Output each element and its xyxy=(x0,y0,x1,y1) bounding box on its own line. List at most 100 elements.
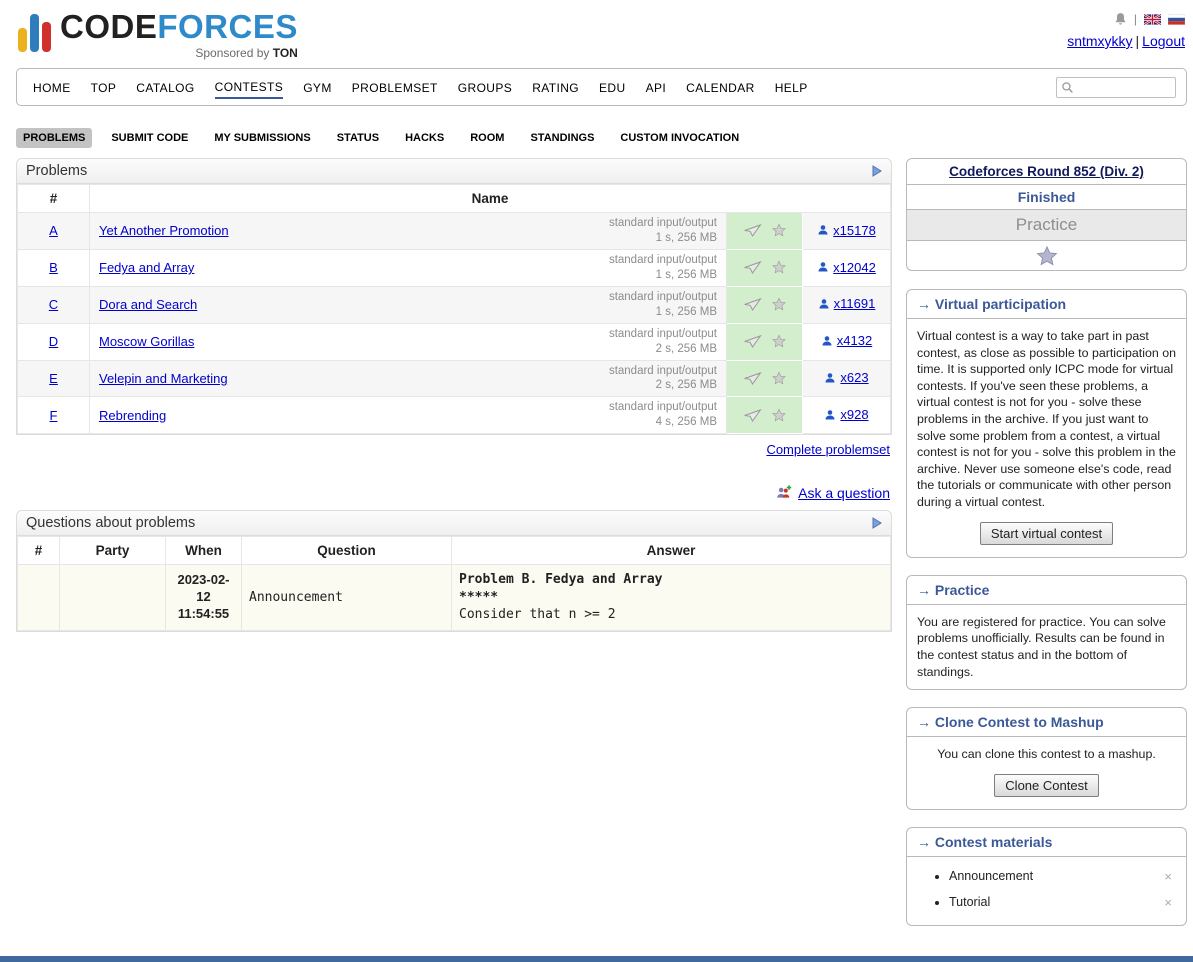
problem-id-link[interactable]: B xyxy=(49,260,58,275)
page-header: CODEFORCES Sponsored by TON | xyxy=(16,6,1187,68)
problem-name-link[interactable]: Fedya and Array xyxy=(99,260,194,275)
solved-count-link[interactable]: x4132 xyxy=(821,333,872,348)
problem-name-link[interactable]: Dora and Search xyxy=(99,297,197,312)
problem-name-link[interactable]: Rebrending xyxy=(99,408,166,423)
material-tutorial-link[interactable]: Tutorial xyxy=(949,894,990,911)
questions-section: Questions about problems # Party When Qu… xyxy=(16,510,892,632)
paper-plane-icon[interactable] xyxy=(743,260,762,275)
questions-col-num: # xyxy=(18,537,60,565)
solved-count-link[interactable]: x928 xyxy=(824,407,868,422)
logo-bar-red xyxy=(42,22,51,52)
expand-arrow-icon[interactable] xyxy=(872,517,882,529)
nav-item-groups[interactable]: GROUPS xyxy=(458,77,512,98)
problem-id-link[interactable]: A xyxy=(49,223,58,238)
problem-id-link[interactable]: D xyxy=(49,334,58,349)
nav-item-problemset[interactable]: PROBLEMSET xyxy=(352,77,438,98)
complete-problemset-link[interactable]: Complete problemset xyxy=(766,442,890,457)
problem-limits: standard input/output4 s, 256 MB xyxy=(609,400,717,430)
contest-sub-nav: PROBLEMS SUBMIT CODE MY SUBMISSIONS STAT… xyxy=(16,128,1187,148)
solved-count-link[interactable]: x15178 xyxy=(817,223,876,238)
favorite-star-icon[interactable] xyxy=(771,334,787,349)
contest-title-link[interactable]: Codeforces Round 852 (Div. 2) xyxy=(949,164,1144,179)
problem-id-link[interactable]: C xyxy=(49,297,58,312)
question-party-cell xyxy=(60,565,166,631)
search-input[interactable] xyxy=(1056,77,1176,98)
logo-wordmark: CODEFORCES xyxy=(60,8,298,45)
dismiss-icon[interactable]: × xyxy=(1164,868,1172,885)
username-link[interactable]: sntmxykky xyxy=(1067,33,1132,49)
material-announcement-link[interactable]: Announcement xyxy=(949,868,1033,885)
paper-plane-icon[interactable] xyxy=(743,371,762,386)
favorite-star-icon[interactable] xyxy=(771,260,787,275)
nav-item-api[interactable]: API xyxy=(646,77,667,98)
nav-item-top[interactable]: TOP xyxy=(91,77,117,98)
questions-col-answer: Answer xyxy=(452,537,891,565)
nav-item-catalog[interactable]: CATALOG xyxy=(136,77,194,98)
search-icon xyxy=(1061,81,1074,94)
nav-item-contests[interactable]: CONTESTS xyxy=(215,76,284,99)
nav-item-calendar[interactable]: CALENDAR xyxy=(686,77,755,98)
codeforces-logo-icon xyxy=(18,10,51,52)
subnav-standings[interactable]: STANDINGS xyxy=(523,128,601,148)
subnav-status[interactable]: STATUS xyxy=(330,128,386,148)
problem-name-link[interactable]: Yet Another Promotion xyxy=(99,223,229,238)
header-right: | xyxy=(1067,10,1185,49)
nav-item-help[interactable]: HELP xyxy=(775,77,808,98)
problem-name-link[interactable]: Moscow Gorillas xyxy=(99,334,194,349)
favorite-star-icon[interactable] xyxy=(771,408,787,423)
questions-section-title: Questions about problems xyxy=(26,515,195,531)
subnav-my-submissions[interactable]: MY SUBMISSIONS xyxy=(207,128,317,148)
subnav-room[interactable]: ROOM xyxy=(463,128,511,148)
subnav-custom-invocation[interactable]: CUSTOM INVOCATION xyxy=(613,128,746,148)
paper-plane-icon[interactable] xyxy=(743,297,762,312)
favorite-star-icon[interactable] xyxy=(771,371,787,386)
start-virtual-contest-button[interactable]: Start virtual contest xyxy=(980,522,1113,545)
clone-mashup-title: → Clone Contest to Mashup xyxy=(907,708,1186,737)
list-item: Announcement × xyxy=(949,868,1176,885)
problems-section: Problems # Name A Yet Another Promotion xyxy=(16,158,892,435)
problem-id-link[interactable]: E xyxy=(49,371,58,386)
flag-english-icon[interactable] xyxy=(1144,14,1161,25)
sponsored-by-label: Sponsored by TON xyxy=(60,46,298,60)
question-when-cell: 2023-02-12 11:54:55 xyxy=(166,565,242,631)
flag-russian-icon[interactable] xyxy=(1168,14,1185,25)
solved-count-link[interactable]: x11691 xyxy=(818,296,876,311)
solved-count-link[interactable]: x623 xyxy=(824,370,868,385)
subnav-hacks[interactable]: HACKS xyxy=(398,128,451,148)
table-row: F Rebrending standard input/output4 s, 2… xyxy=(18,397,891,434)
subnav-submit-code[interactable]: SUBMIT CODE xyxy=(104,128,195,148)
dismiss-icon[interactable]: × xyxy=(1164,894,1172,911)
virtual-participation-box: → Virtual participation Virtual contest … xyxy=(906,289,1187,558)
contest-info-box: Codeforces Round 852 (Div. 2) Finished P… xyxy=(906,158,1187,271)
notification-bell-icon[interactable] xyxy=(1114,12,1127,26)
nav-item-gym[interactable]: GYM xyxy=(303,77,332,98)
paper-plane-icon[interactable] xyxy=(743,223,762,238)
problem-name-link[interactable]: Velepin and Marketing xyxy=(99,371,228,386)
question-num-cell xyxy=(18,565,60,631)
problems-table: # Name A Yet Another Promotion standard … xyxy=(17,184,891,434)
codeforces-logo[interactable]: CODEFORCES Sponsored by TON xyxy=(18,10,298,60)
clone-contest-button[interactable]: Clone Contest xyxy=(994,774,1098,797)
logout-link[interactable]: Logout xyxy=(1142,33,1185,49)
paper-plane-icon[interactable] xyxy=(743,408,762,423)
favorite-star-icon[interactable] xyxy=(771,297,787,312)
logo-bar-blue xyxy=(30,14,39,52)
practice-title: → Practice xyxy=(907,576,1186,605)
expand-arrow-icon[interactable] xyxy=(872,165,882,177)
search-box xyxy=(1056,77,1176,98)
clone-mashup-box: → Clone Contest to Mashup You can clone … xyxy=(906,707,1187,810)
contest-favorite-star-icon[interactable] xyxy=(907,241,1186,270)
solved-person-icon xyxy=(818,298,830,310)
ask-a-question-link[interactable]: Ask a question xyxy=(798,485,890,501)
favorite-star-icon[interactable] xyxy=(771,223,787,238)
question-text-cell: Announcement xyxy=(242,565,452,631)
paper-plane-icon[interactable] xyxy=(743,334,762,349)
nav-item-edu[interactable]: EDU xyxy=(599,77,626,98)
solved-count-link[interactable]: x12042 xyxy=(817,260,876,275)
nav-item-home[interactable]: HOME xyxy=(33,77,71,98)
contest-materials-box: → Contest materials Announcement × Tutor… xyxy=(906,827,1187,926)
questions-col-when: When xyxy=(166,537,242,565)
subnav-problems[interactable]: PROBLEMS xyxy=(16,128,92,148)
problem-id-link[interactable]: F xyxy=(50,408,58,423)
nav-item-rating[interactable]: RATING xyxy=(532,77,579,98)
